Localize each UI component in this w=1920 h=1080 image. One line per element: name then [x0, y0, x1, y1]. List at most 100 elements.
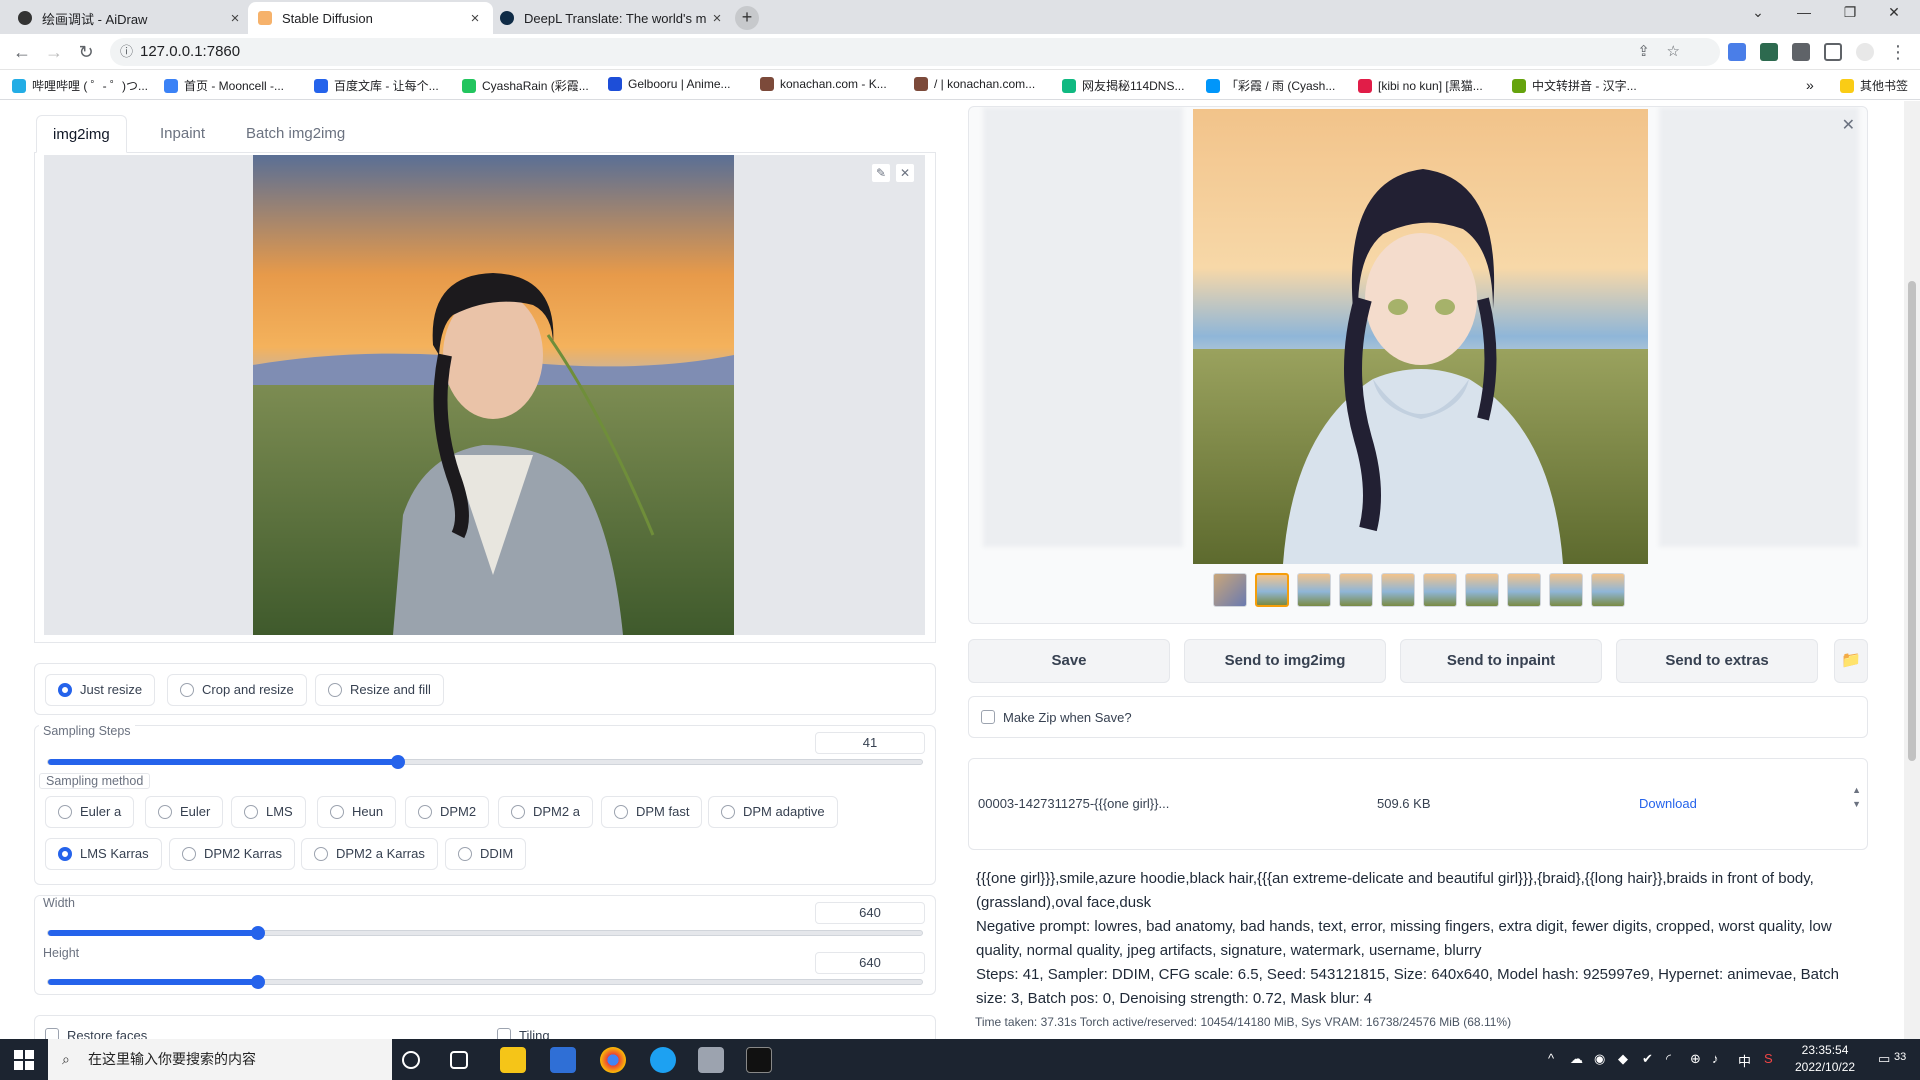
reload-icon[interactable]: ↻: [74, 42, 98, 63]
radio-lms[interactable]: LMS: [231, 796, 306, 828]
radio-heun[interactable]: Heun: [317, 796, 397, 828]
bookmarks-overflow-icon[interactable]: »: [1806, 77, 1814, 93]
slider-knob[interactable]: [250, 975, 265, 989]
output-image[interactable]: [1193, 109, 1648, 564]
send-to-extras-button[interactable]: Send to extras: [1616, 639, 1818, 683]
tab-img2img[interactable]: img2img: [36, 115, 127, 153]
bookmark-item[interactable]: konachan.com - K...: [760, 77, 887, 91]
close-window-icon[interactable]: ✕: [1874, 4, 1914, 21]
gallery-thumbnail[interactable]: [1255, 573, 1289, 607]
radio-just-resize[interactable]: Just resize: [45, 674, 156, 706]
width-input[interactable]: 640: [815, 902, 925, 924]
cloud-icon[interactable]: ☁: [1570, 1051, 1583, 1067]
gallery-thumbnail[interactable]: [1423, 573, 1457, 607]
task-view-icon[interactable]: [450, 1051, 468, 1069]
tab-batch-img2img[interactable]: Batch img2img: [230, 115, 361, 153]
send-to-img2img-button[interactable]: Send to img2img: [1184, 639, 1386, 683]
gallery-thumbnail[interactable]: [1591, 573, 1625, 607]
open-folder-button[interactable]: 📁: [1834, 639, 1868, 683]
bookmark-item[interactable]: 「彩霞 / 雨 (Cyash...: [1206, 77, 1335, 94]
tab-search-icon[interactable]: ⌄: [1738, 4, 1778, 21]
extensions-puzzle-icon[interactable]: [1792, 43, 1810, 61]
page-scrollbar[interactable]: [1904, 101, 1920, 1039]
forward-icon[interactable]: →: [42, 42, 66, 63]
radio-dpm-adaptive[interactable]: DPM adaptive: [708, 796, 838, 828]
computer-icon[interactable]: [698, 1047, 724, 1073]
close-gallery-icon[interactable]: ✕: [1842, 115, 1855, 135]
browser-tab-stable-diffusion[interactable]: Stable Diffusion ×: [248, 2, 493, 34]
browser-tab-aidraw[interactable]: 绘画调试 - AiDraw ×: [8, 2, 253, 34]
save-button[interactable]: Save: [968, 639, 1170, 683]
gallery-thumbnail-grid[interactable]: [1213, 573, 1247, 607]
tray-overflow-icon[interactable]: ^: [1548, 1051, 1554, 1066]
slider-knob[interactable]: [250, 926, 265, 940]
file-scroll-arrows-icon[interactable]: ▲ ▼: [1852, 783, 1861, 811]
bookmark-item[interactable]: 哔哩哔哩 ( ゜- ゜)つ...: [12, 77, 148, 94]
radio-lms-karras[interactable]: LMS Karras: [45, 838, 162, 870]
info-icon[interactable]: ⓘ: [120, 38, 133, 66]
cortana-icon[interactable]: [402, 1051, 420, 1069]
share-icon[interactable]: ⇪: [1637, 38, 1650, 66]
radio-euler[interactable]: Euler: [145, 796, 224, 828]
network-icon[interactable]: ◜: [1666, 1051, 1671, 1067]
clear-image-icon[interactable]: ✕: [895, 163, 915, 183]
url-field[interactable]: ⓘ 127.0.0.1:7860 ⇪ ☆: [110, 38, 1720, 66]
file-explorer-icon[interactable]: [500, 1047, 526, 1073]
bookmark-item[interactable]: [kibi no kun] [黑猫...: [1358, 77, 1483, 94]
gallery-thumbnail[interactable]: [1549, 573, 1583, 607]
tray-check-icon[interactable]: ✔: [1642, 1051, 1653, 1067]
restore-faces-checkbox[interactable]: Restore faces: [45, 1028, 147, 1039]
radio-resize-and-fill[interactable]: Resize and fill: [315, 674, 444, 706]
download-extension-icon[interactable]: [1760, 43, 1778, 61]
bookmark-item[interactable]: Gelbooru | Anime...: [608, 77, 731, 91]
restore-icon[interactable]: ❐: [1830, 4, 1870, 21]
slider-knob[interactable]: [390, 755, 405, 769]
radio-crop-and-resize[interactable]: Crop and resize: [167, 674, 307, 706]
gallery-thumbnail[interactable]: [1507, 573, 1541, 607]
close-tab-icon[interactable]: ×: [709, 10, 725, 27]
radio-euler-a[interactable]: Euler a: [45, 796, 135, 828]
gallery-thumbnail[interactable]: [1297, 573, 1331, 607]
ime-indicator[interactable]: 中: [1738, 1051, 1751, 1070]
store-icon[interactable]: [550, 1047, 576, 1073]
notification-center-icon[interactable]: ▭: [1878, 1051, 1890, 1067]
tray-app-icon[interactable]: ◆: [1618, 1051, 1628, 1067]
input-image-area[interactable]: ✎ ✕: [44, 155, 925, 635]
terminal-icon[interactable]: [746, 1047, 772, 1073]
send-to-inpaint-button[interactable]: Send to inpaint: [1400, 639, 1602, 683]
height-input[interactable]: 640: [815, 952, 925, 974]
sampling-steps-input[interactable]: 41: [815, 732, 925, 754]
volume-icon[interactable]: ♪: [1712, 1051, 1719, 1066]
sidepanel-icon[interactable]: [1824, 43, 1842, 61]
make-zip-checkbox[interactable]: Make Zip when Save?: [981, 710, 1132, 725]
radio-dpm-fast[interactable]: DPM fast: [601, 796, 703, 828]
taskbar-search-input[interactable]: ⌕ 在这里输入你要搜索的内容: [48, 1039, 392, 1080]
minimize-icon[interactable]: —: [1784, 4, 1824, 20]
menu-kebab-icon[interactable]: ⋮: [1886, 42, 1910, 63]
new-tab-button[interactable]: +: [735, 6, 759, 30]
gallery-thumbnail[interactable]: [1339, 573, 1373, 607]
tiling-checkbox[interactable]: Tiling: [497, 1028, 550, 1039]
chrome-icon[interactable]: [600, 1047, 626, 1073]
bookmark-item[interactable]: 网友揭秘114DNS...: [1062, 77, 1184, 94]
bookmark-item[interactable]: 百度文库 - 让每个...: [314, 77, 439, 94]
scrollbar-thumb[interactable]: [1908, 281, 1916, 761]
back-icon[interactable]: ←: [10, 42, 34, 63]
radio-dpm2-a-karras[interactable]: DPM2 a Karras: [301, 838, 438, 870]
gallery-thumbnail[interactable]: [1465, 573, 1499, 607]
sampling-steps-slider[interactable]: [47, 755, 923, 769]
tab-inpaint[interactable]: Inpaint: [144, 115, 221, 153]
other-bookmarks-folder[interactable]: 其他书签: [1840, 77, 1908, 94]
taskbar-clock[interactable]: 23:35:54 2022/10/22: [1795, 1042, 1855, 1076]
sogou-icon[interactable]: S: [1764, 1051, 1773, 1066]
close-tab-icon[interactable]: ×: [467, 10, 483, 27]
bookmark-item[interactable]: CyashaRain (彩霞...: [462, 77, 589, 94]
qq-icon[interactable]: [650, 1047, 676, 1073]
radio-dpm2-karras[interactable]: DPM2 Karras: [169, 838, 296, 870]
bookmark-item[interactable]: / | konachan.com...: [914, 77, 1035, 91]
close-tab-icon[interactable]: ×: [227, 10, 243, 27]
radio-dpm2[interactable]: DPM2: [405, 796, 490, 828]
download-link[interactable]: Download: [1639, 796, 1697, 811]
translate-extension-icon[interactable]: [1728, 43, 1746, 61]
height-slider[interactable]: [47, 975, 923, 989]
